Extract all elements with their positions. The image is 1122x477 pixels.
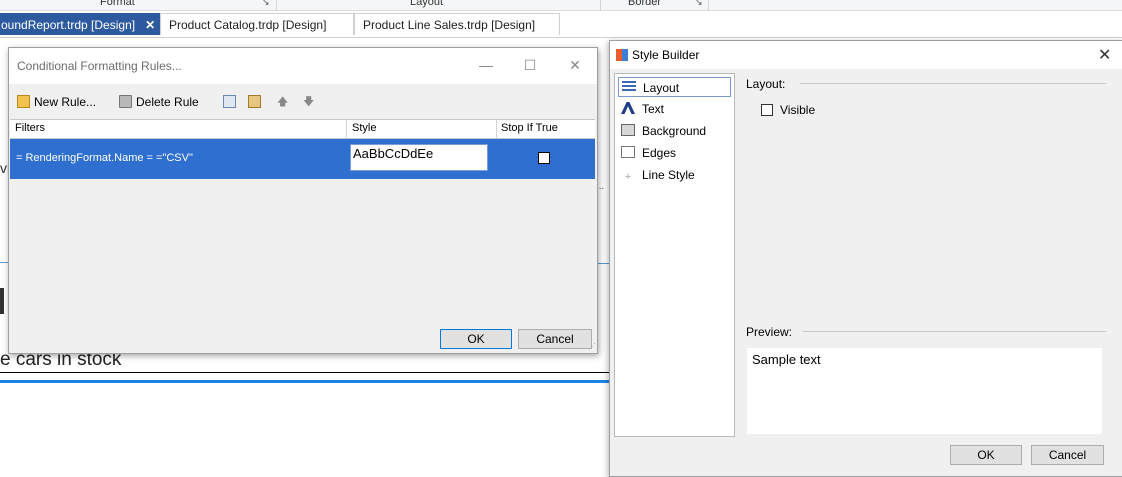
ok-button[interactable]: OK [950, 445, 1022, 465]
rule-style-sample[interactable]: AaBbCcDdEe [350, 144, 488, 171]
cf-toolbar: New Rule... Delete Rule 🡅 🡇 [9, 88, 597, 116]
category-line-style[interactable]: + Line Style [618, 165, 731, 185]
resize-grip-icon[interactable]: ⋰ [588, 342, 596, 351]
tab-label: Product Catalog.trdp [Design] [169, 18, 327, 32]
format-launcher-icon[interactable]: ↘ [262, 0, 270, 8]
ribbon-group-border: Border [628, 0, 662, 8]
delete-rule-label: Delete Rule [136, 95, 199, 109]
preview-section-header: Preview: [746, 325, 793, 339]
copy-button[interactable] [223, 93, 240, 111]
column-header-filters[interactable]: Filters [15, 122, 45, 134]
delete-rule-button[interactable]: Delete Rule [119, 93, 199, 111]
background-icon [621, 124, 635, 136]
category-label: Text [642, 102, 665, 116]
layout-section-header: Layout: [746, 77, 786, 91]
tab-product-line-sales[interactable]: Product Line Sales.trdp [Design] [354, 13, 560, 35]
tab-bound-report[interactable]: oundReport.trdp [Design] ✕ [0, 13, 160, 35]
tab-product-catalog[interactable]: Product Catalog.trdp [Design] [160, 13, 354, 35]
ribbon-strip: Format ↘ Layout Border ↘ [0, 0, 1122, 11]
maximize-icon[interactable]: ☐ [520, 56, 540, 74]
style-builder-icon [616, 49, 628, 61]
tab-label: oundReport.trdp [Design] [1, 18, 136, 32]
section-divider [800, 83, 1106, 84]
minimize-icon[interactable]: — [476, 56, 496, 74]
designer-rule [0, 372, 609, 373]
ribbon-separator [708, 0, 709, 10]
line-style-icon: + [624, 171, 632, 183]
new-rule-icon [17, 95, 30, 108]
designer-accent-line [0, 380, 609, 383]
layout-icon [622, 81, 636, 93]
style-builder-dialog: Style Builder ✕ Layout Text Background E… [609, 40, 1122, 477]
ok-button[interactable]: OK [440, 329, 512, 349]
close-icon[interactable]: ✕ [565, 56, 585, 74]
column-header-stop-if-true[interactable]: Stop If True [501, 122, 558, 134]
preview-text: Sample text [752, 352, 821, 367]
cf-title-bar: Conditional Formatting Rules... — ☐ ✕ [9, 48, 597, 84]
new-rule-button[interactable]: New Rule... [17, 93, 96, 111]
column-separator [496, 120, 497, 138]
category-label: Edges [642, 146, 677, 160]
designer-marker [0, 288, 4, 314]
ribbon-separator [600, 0, 601, 10]
paste-button[interactable] [248, 93, 265, 111]
rules-grid: Filters Style Stop If True = RenderingFo… [10, 119, 595, 321]
border-launcher-icon[interactable]: ↘ [695, 0, 703, 8]
move-down-icon[interactable]: 🡇 [303, 93, 314, 111]
category-edges[interactable]: Edges [618, 143, 731, 163]
category-label: Background [642, 124, 707, 138]
column-header-style[interactable]: Style [352, 122, 376, 134]
ribbon-group-layout: Layout [410, 0, 444, 8]
style-preview: Sample text [747, 348, 1102, 434]
visible-label: Visible [780, 103, 816, 117]
document-tab-bar: oundReport.trdp [Design] ✕ Product Catalo… [0, 11, 1122, 38]
ribbon-separator [276, 0, 277, 10]
table-row[interactable]: = RenderingFormat.Name = ="CSV" AaBbCcDd… [10, 139, 595, 179]
designer-fragment-text: vi [0, 160, 8, 176]
sb-title-bar: Style Builder ✕ [610, 41, 1122, 69]
copy-icon [223, 95, 236, 108]
designer-guide [0, 262, 8, 263]
category-label: Line Style [642, 168, 695, 182]
rules-grid-header: Filters Style Stop If True [10, 119, 595, 139]
close-icon[interactable]: ✕ [1098, 45, 1111, 65]
cancel-button[interactable]: Cancel [1031, 445, 1104, 465]
delete-rule-icon [119, 95, 132, 108]
sb-dialog-title: Style Builder [632, 48, 700, 62]
conditional-formatting-dialog: Conditional Formatting Rules... — ☐ ✕ Ne… [8, 47, 598, 354]
section-divider [802, 331, 1106, 332]
close-tab-icon[interactable]: ✕ [145, 18, 155, 32]
paste-icon [248, 95, 261, 108]
category-text[interactable]: Text [618, 99, 731, 119]
new-rule-label: New Rule... [34, 95, 97, 109]
column-separator [346, 120, 347, 138]
category-background[interactable]: Background [618, 121, 731, 141]
ribbon-group-format: Format [100, 0, 135, 8]
tab-label: Product Line Sales.trdp [Design] [363, 18, 536, 32]
visible-checkbox[interactable] [761, 104, 773, 116]
cf-dialog-title: Conditional Formatting Rules... [17, 59, 182, 73]
stop-if-true-checkbox[interactable] [538, 152, 550, 164]
rule-filter-cell[interactable]: = RenderingFormat.Name = ="CSV" [16, 152, 193, 164]
text-icon [621, 102, 635, 114]
style-category-list: Layout Text Background Edges + Line Style [614, 73, 735, 437]
cancel-button[interactable]: Cancel [518, 329, 592, 349]
category-layout[interactable]: Layout [618, 77, 731, 97]
move-up-icon[interactable]: 🡅 [277, 93, 288, 111]
category-label: Layout [643, 81, 680, 95]
edges-icon [621, 146, 635, 158]
